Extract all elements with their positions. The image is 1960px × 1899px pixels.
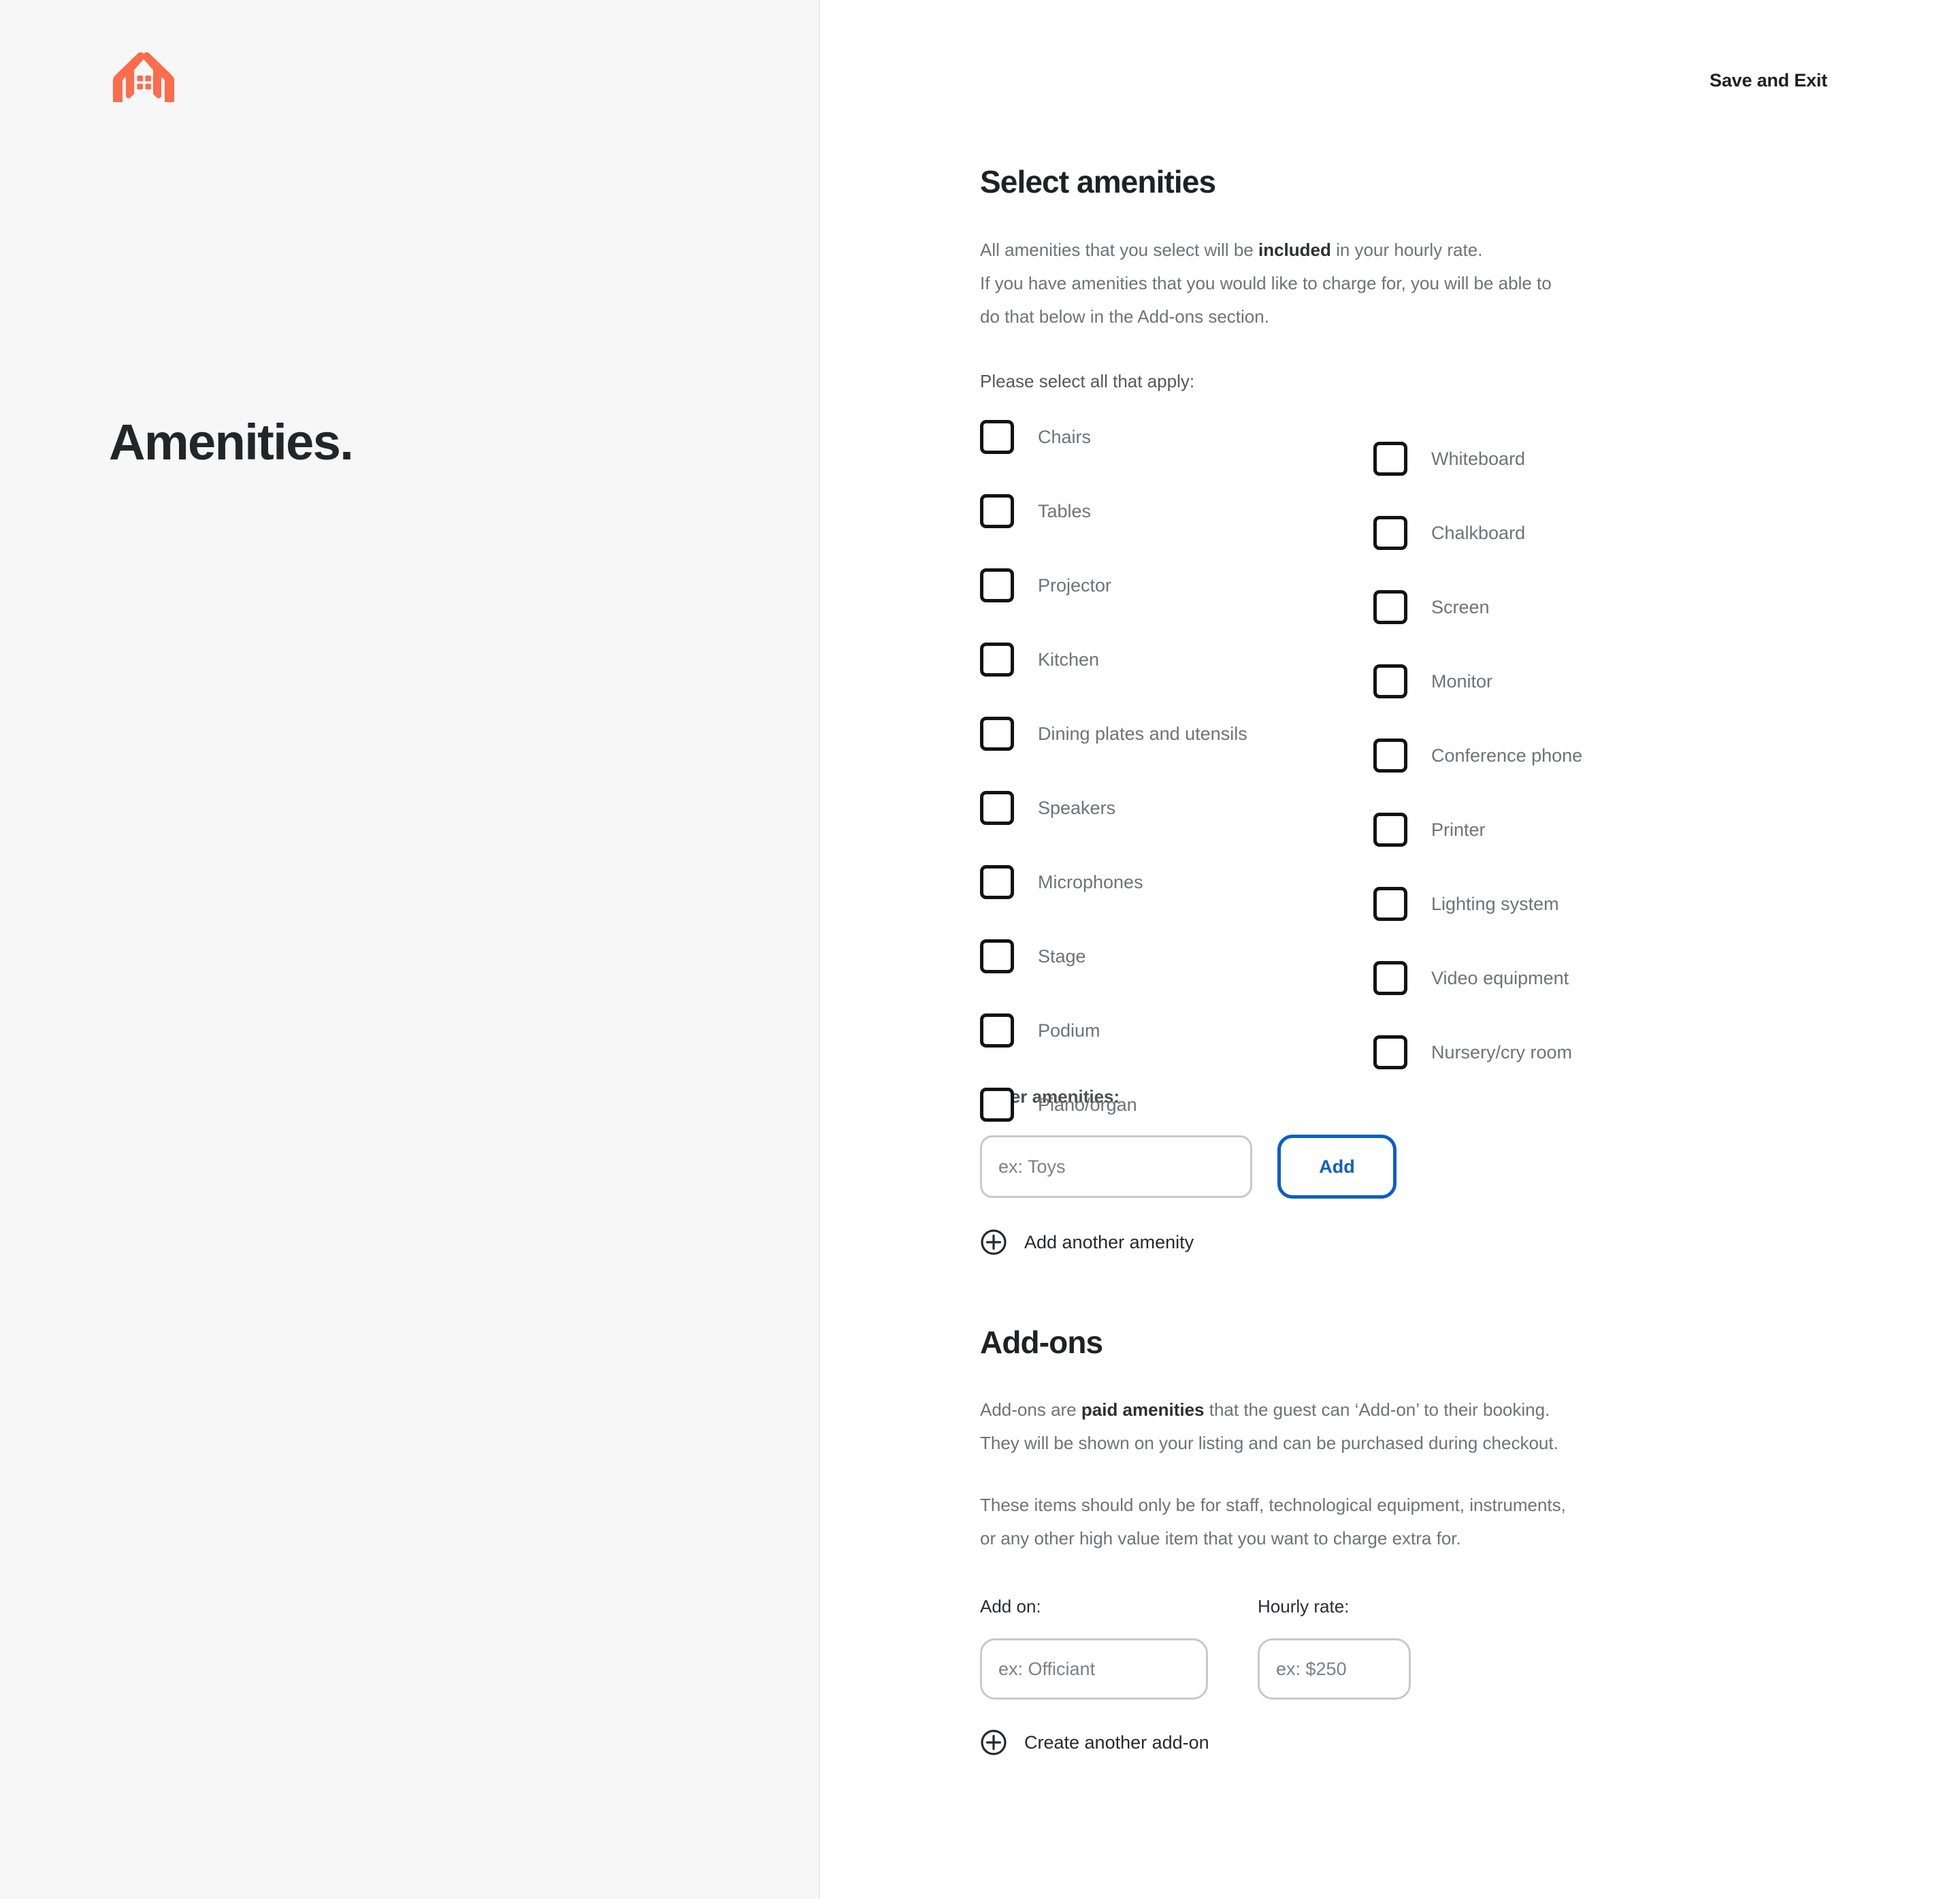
- addon-name-input[interactable]: [980, 1638, 1208, 1700]
- checkbox-icon[interactable]: [1373, 738, 1407, 773]
- amenity-label: Stage: [1038, 945, 1086, 967]
- addons-p1-pre: Add-ons are: [980, 1399, 1081, 1421]
- checkbox-icon[interactable]: [980, 791, 1014, 826]
- create-another-addon-link[interactable]: Create another add-on: [980, 1729, 1865, 1756]
- amenity-row-projector[interactable]: Projector: [980, 568, 1247, 603]
- amenity-label: Speakers: [1038, 797, 1116, 818]
- plus-circle-icon: [980, 1229, 1007, 1256]
- amenity-label: Tables: [1038, 500, 1092, 521]
- checkbox-icon[interactable]: [980, 865, 1014, 900]
- amenity-row-microphones[interactable]: Microphones: [980, 864, 1247, 900]
- add-another-amenity-label: Add another amenity: [1024, 1231, 1194, 1252]
- amenity-row-printer[interactable]: Printer: [1373, 812, 1582, 847]
- amenity-row-video-equipment[interactable]: Video equipment: [1373, 960, 1582, 996]
- intro-line1-pre: All amenities that you select will be: [980, 240, 1258, 261]
- hourly-rate-label: Hourly rate:: [1258, 1596, 1350, 1617]
- checkbox-icon[interactable]: [980, 494, 1014, 529]
- amenity-row-tables[interactable]: Tables: [980, 493, 1247, 529]
- amenity-row-piano-organ[interactable]: Piano/organ: [980, 1087, 1247, 1122]
- amenity-row-nursery-cry-room[interactable]: Nursery/cry room: [1373, 1035, 1582, 1070]
- form-content: Select amenities All amenities that you …: [980, 163, 1865, 1756]
- amenity-label: Kitchen: [1038, 649, 1100, 670]
- checkbox-icon[interactable]: [1373, 1035, 1407, 1070]
- other-amenity-input[interactable]: [980, 1135, 1252, 1199]
- amenity-label: Whiteboard: [1431, 448, 1526, 469]
- amenity-label: Podium: [1038, 1020, 1100, 1041]
- amenity-label: Printer: [1431, 819, 1486, 840]
- page-title: Amenities.: [109, 414, 354, 470]
- amenity-row-monitor[interactable]: Monitor: [1373, 664, 1582, 699]
- checkbox-icon[interactable]: [980, 717, 1014, 751]
- addon-fields-row: Add on: Hourly rate:: [980, 1596, 1865, 1700]
- addons-heading: Add-ons: [980, 1325, 1103, 1361]
- intro-line2: If you have amenities that you would lik…: [980, 273, 1552, 294]
- addons-p2-line2: or any other high value item that you wa…: [980, 1528, 1461, 1549]
- checkbox-icon[interactable]: [1373, 590, 1407, 625]
- amenity-row-podium[interactable]: Podium: [980, 1013, 1247, 1048]
- addons-p1-bold: paid amenities: [1081, 1399, 1205, 1421]
- hands-house-logo-icon[interactable]: [105, 49, 182, 105]
- checkbox-icon[interactable]: [1373, 664, 1407, 699]
- checkbox-icon[interactable]: [1373, 516, 1407, 551]
- add-amenity-button[interactable]: Add: [1277, 1135, 1396, 1199]
- right-panel: Save and Exit Select amenities All ameni…: [820, 0, 1960, 1899]
- checkbox-icon[interactable]: [1373, 961, 1407, 996]
- checkbox-icon[interactable]: [1373, 813, 1407, 847]
- amenities-intro: All amenities that you select will be in…: [980, 233, 1865, 334]
- amenity-label: Microphones: [1038, 871, 1143, 892]
- amenity-label: Dining plates and utensils: [1038, 723, 1247, 744]
- amenity-label: Lighting system: [1431, 893, 1559, 914]
- checkbox-icon[interactable]: [1373, 442, 1407, 476]
- amenity-row-stage[interactable]: Stage: [980, 939, 1247, 974]
- intro-line1-bold: included: [1258, 240, 1331, 261]
- checkbox-icon[interactable]: [980, 643, 1014, 677]
- checkbox-icon[interactable]: [980, 568, 1014, 603]
- checkbox-icon[interactable]: [980, 1013, 1014, 1048]
- addon-name-label: Add on:: [980, 1596, 1041, 1617]
- addons-paragraph-2: These items should only be for staff, te…: [980, 1489, 1865, 1555]
- amenity-row-kitchen[interactable]: Kitchen: [980, 642, 1247, 677]
- amenity-row-chairs[interactable]: Chairs: [980, 419, 1247, 455]
- amenities-left-column: Chairs Tables Projector Kitchen Dining plate…: [980, 419, 1247, 1122]
- amenity-label: Nursery/cry room: [1431, 1041, 1573, 1062]
- amenity-label: Piano/organ: [1038, 1094, 1137, 1115]
- intro-line1-post: in your hourly rate.: [1330, 240, 1483, 261]
- amenity-label: Projector: [1038, 574, 1112, 596]
- addons-paragraph-1: Add-ons are paid amenities that the gues…: [980, 1393, 1865, 1460]
- amenity-label: Video equipment: [1431, 967, 1569, 988]
- other-amenities-row: Add: [980, 1135, 1865, 1199]
- checkbox-icon[interactable]: [980, 1088, 1014, 1122]
- amenities-page: Amenities. Save and Exit Select amenitie…: [0, 0, 1960, 1899]
- addon-name-field-group: Add on:: [980, 1596, 1208, 1700]
- amenity-label: Monitor: [1431, 670, 1493, 692]
- hourly-rate-input[interactable]: [1258, 1638, 1411, 1700]
- amenity-label: Screen: [1431, 596, 1490, 617]
- amenity-row-lighting-system[interactable]: Lighting system: [1373, 886, 1582, 922]
- addons-p2-line1: These items should only be for staff, te…: [980, 1495, 1566, 1516]
- checkbox-icon[interactable]: [980, 420, 1014, 455]
- addons-p1-line2: They will be shown on your listing and c…: [980, 1433, 1558, 1454]
- select-all-label: Please select all that apply:: [980, 371, 1195, 392]
- checkbox-icon[interactable]: [1373, 887, 1407, 922]
- select-amenities-heading: Select amenities: [980, 164, 1216, 199]
- amenity-row-screen[interactable]: Screen: [1373, 589, 1582, 625]
- left-panel: Amenities.: [0, 0, 820, 1899]
- save-and-exit-button[interactable]: Save and Exit: [1710, 70, 1827, 91]
- amenity-row-whiteboard[interactable]: Whiteboard: [1373, 441, 1582, 476]
- amenity-label: Chalkboard: [1431, 522, 1526, 543]
- amenity-row-chalkboard[interactable]: Chalkboard: [1373, 515, 1582, 551]
- amenity-label: Conference phone: [1431, 745, 1583, 766]
- amenities-right-column: Whiteboard Chalkboard Screen Monitor Confere…: [1373, 441, 1582, 1070]
- amenity-row-dining-plates-and-utensils[interactable]: Dining plates and utensils: [980, 716, 1247, 751]
- intro-line3: do that below in the Add-ons section.: [980, 306, 1269, 327]
- plus-circle-icon: [980, 1729, 1007, 1756]
- amenity-label: Chairs: [1038, 426, 1092, 447]
- checkbox-icon[interactable]: [980, 939, 1014, 974]
- addons-p1-post: that the guest can ‘Add-on’ to their boo…: [1204, 1399, 1550, 1421]
- hourly-rate-field-group: Hourly rate:: [1258, 1596, 1411, 1700]
- create-another-addon-label: Create another add-on: [1024, 1732, 1209, 1753]
- amenity-row-speakers[interactable]: Speakers: [980, 790, 1247, 826]
- amenity-row-conference-phone[interactable]: Conference phone: [1373, 738, 1582, 773]
- add-another-amenity-link[interactable]: Add another amenity: [980, 1229, 1865, 1256]
